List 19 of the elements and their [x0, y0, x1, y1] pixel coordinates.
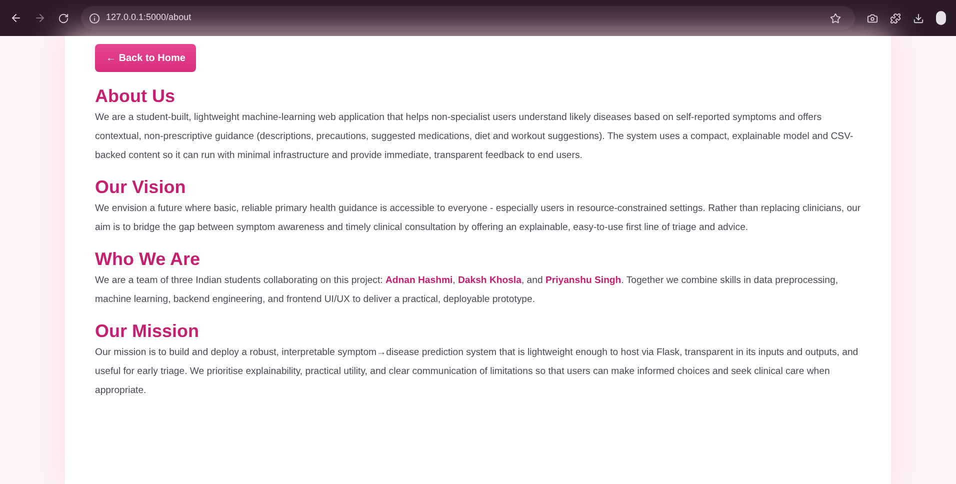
reload-icon[interactable] [58, 12, 69, 24]
info-icon[interactable] [89, 12, 100, 24]
section-heading: Our Mission [95, 320, 200, 343]
section-paragraph: We are a team of three Indian students collaborating on this project: Adnan Hashmi, Daksh Khosla, and Priyanshu Singh. Together we combine skills in data preprocessing, machine learning, backend engineering, and frontend UI/UX to deliver a practical, deployable prototype. [95, 274, 840, 307]
camera-icon[interactable] [867, 12, 878, 24]
section-paragraph: We envision a future where basic, reliable primary health guidance is accessible to everyone - especially users in resource-constrained settings. Rather than replacing clinicians, our aim is to bridge the gap between symptom awareness and timely clinical consultation by offering an explainable, easy-to-use first line of triage and advice. [95, 202, 861, 235]
extensions-icon[interactable] [890, 12, 901, 24]
section-paragraph: Our mission is to build and deploy a robust, interpretable symptom→disease prediction system that is lightweight enough to host via Flask, transparent in its inputs and outputs, and useful for early triage. We prioritise explainability, practical utility, and clear communication of limitations so that users can make informed choices and seek clinical care when appropriate. [95, 346, 860, 398]
back-icon[interactable] [10, 12, 22, 24]
back-to-home-button[interactable]: ← Back to Home [95, 44, 196, 72]
bookmark-icon[interactable] [830, 12, 841, 24]
download-icon[interactable] [913, 12, 924, 24]
section-heading: Who We Are [95, 248, 202, 271]
section-heading: About Us [95, 85, 176, 108]
url-text: 127.0.0.1:5000/about [106, 11, 192, 24]
section-paragraph: We are a student-built, lightweight machine-learning web application that helps non-specialist users understand likely diseases based on self-reported symptoms and offers contextual, non-prescriptive guidance (descriptions, precautions, suggested medications, diet and workout suggestions). The system uses a compact, explainable model and CSV-backed content so it can run with minimal infrastructure and provide immediate, transparent feedback to end users. [95, 111, 854, 163]
section-heading: Our Vision [95, 176, 187, 199]
profile-icon[interactable] [936, 11, 946, 25]
address-bar[interactable]: 127.0.0.1:5000/about [81, 6, 855, 30]
